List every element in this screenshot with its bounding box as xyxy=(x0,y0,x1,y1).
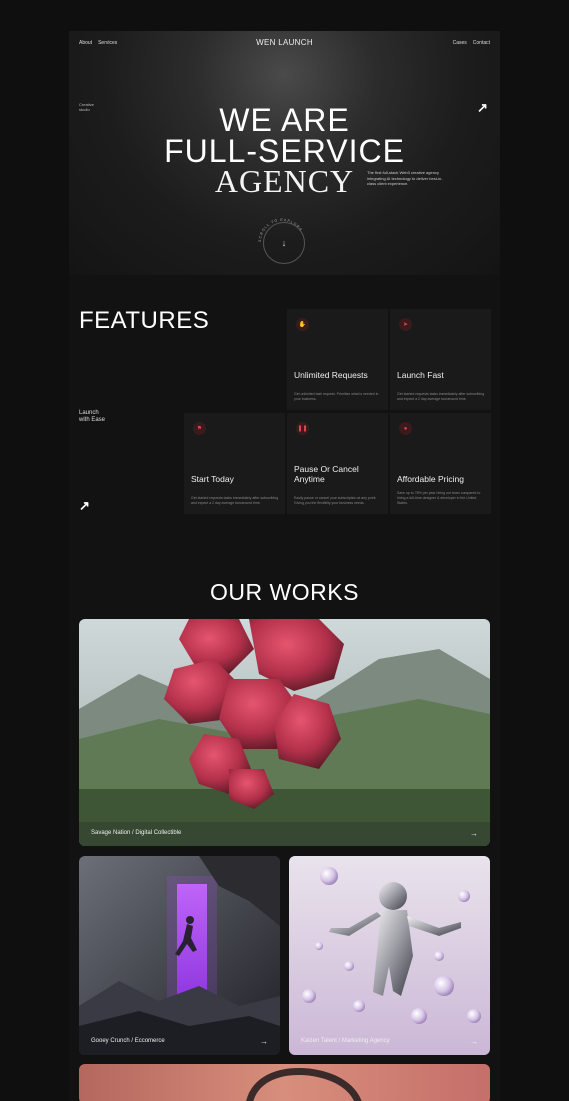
rocket-icon: ➤ xyxy=(399,318,412,331)
feature-card-launch-fast: ➤ Launch Fast Get started requests tasks… xyxy=(390,309,491,410)
brand-logo[interactable]: WEN LAUNCH xyxy=(69,38,500,47)
work-card-savage-nation[interactable]: Savage Nation / Digital Collectible → xyxy=(79,619,490,846)
scroll-down-button[interactable]: ↓ xyxy=(263,222,305,264)
work-caption: Gooey Crunch / Eccomerce xyxy=(91,1038,165,1044)
flag-icon: ⚑ xyxy=(193,422,206,435)
arrow-right-icon[interactable]: → xyxy=(260,1037,268,1046)
arrow-up-right-icon: ↗ xyxy=(79,498,90,513)
hero-section: About Services WEN LAUNCH Cases Contact Cr… xyxy=(69,31,500,275)
features-side-label: Launch with Ease xyxy=(79,410,106,423)
work-caption: Savage Nation / Digital Collectible xyxy=(91,830,182,836)
arrow-right-icon[interactable]: → xyxy=(470,829,478,838)
feature-card-unlimited-requests: ✋ Unlimited Requests Get unlimited task … xyxy=(287,309,388,410)
feature-card-affordable-pricing: ● Affordable Pricing Save up to 78% per … xyxy=(390,413,491,514)
hero-description: The first full-stack Web3 creative agenc… xyxy=(367,170,443,186)
nav-right: Cases Contact xyxy=(453,40,496,46)
landing-page: About Services WEN LAUNCH Cases Contact Cr… xyxy=(69,31,500,1101)
arrow-down-icon: ↓ xyxy=(281,238,287,248)
work-image-kaizen-talent xyxy=(289,856,490,1055)
hand-icon: ✋ xyxy=(296,318,309,331)
feature-card-start-today: ⚑ Start Today Get started requests tasks… xyxy=(184,413,285,514)
work-image-next xyxy=(79,1064,490,1101)
nav-link-cases[interactable]: Cases xyxy=(453,40,467,46)
work-card-gooey-crunch[interactable]: Gooey Crunch / Eccomerce → xyxy=(79,856,280,1055)
arrow-right-icon[interactable]: → xyxy=(470,1037,478,1046)
work-caption: Kaizen Talent / Marketing Agency xyxy=(301,1038,390,1044)
work-image-savage-nation xyxy=(79,619,490,846)
work-image-gooey-crunch xyxy=(79,856,280,1055)
features-title: FEATURES xyxy=(79,307,210,334)
work-card-kaizen-talent[interactable]: Kaizen Talent / Marketing Agency → xyxy=(289,856,490,1055)
works-title: OUR WORKS xyxy=(210,579,359,605)
hero-headline-line1: WE ARE xyxy=(219,102,350,138)
nav-link-contact[interactable]: Contact xyxy=(473,40,490,46)
work-card-next[interactable] xyxy=(79,1064,490,1101)
pause-icon: ❚❚ xyxy=(296,422,309,435)
piggy-bank-icon: ● xyxy=(399,422,412,435)
feature-card-pause-cancel: ❚❚ Pause Or Cancel Anytime Easily pause … xyxy=(287,413,388,514)
